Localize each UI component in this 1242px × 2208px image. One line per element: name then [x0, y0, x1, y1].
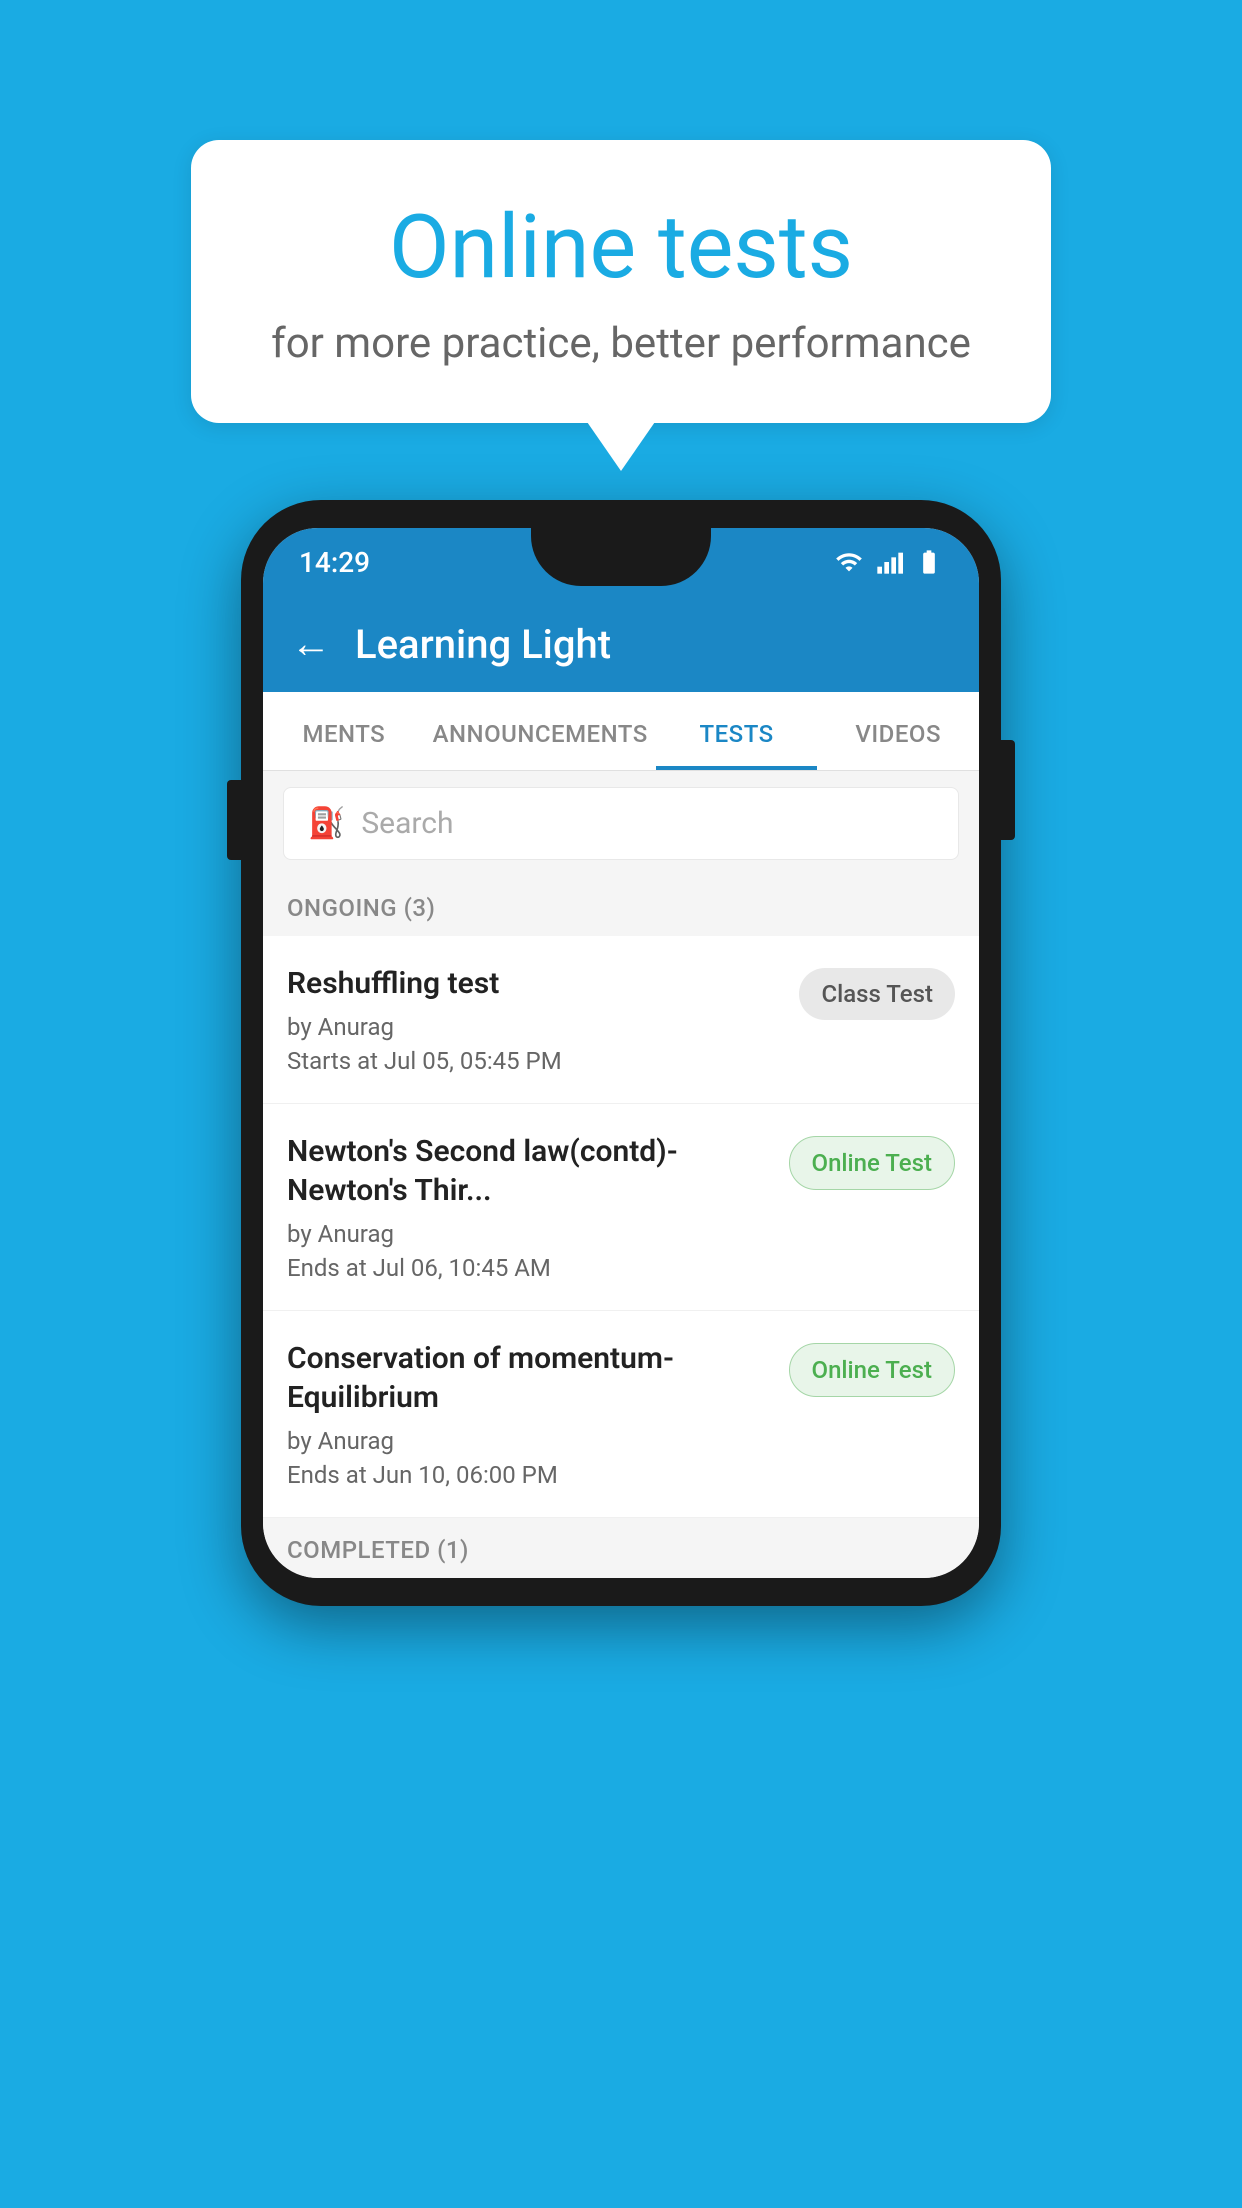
test-badge-2: Online Test — [789, 1136, 955, 1190]
test-info-1: Reshuffling test by Anurag Starts at Jul… — [287, 964, 799, 1075]
search-icon: ⛽ — [308, 806, 345, 841]
test-date-1: Starts at Jul 05, 05:45 PM — [287, 1047, 779, 1075]
test-item-2[interactable]: Newton's Second law(contd)-Newton's Thir… — [263, 1104, 979, 1311]
test-date-3: Ends at Jun 10, 06:00 PM — [287, 1461, 769, 1489]
signal-icon — [875, 548, 903, 576]
test-badge-3: Online Test — [789, 1343, 955, 1397]
app-header: ← Learning Light — [263, 596, 979, 692]
test-author-3: by Anurag — [287, 1427, 769, 1455]
test-info-3: Conservation of momentum-Equilibrium by … — [287, 1339, 789, 1489]
tab-announcements[interactable]: ANNOUNCEMENTS — [425, 692, 656, 770]
search-bar-wrapper: ⛽ Search — [263, 771, 979, 876]
test-author-1: by Anurag — [287, 1013, 779, 1041]
completed-section-header: COMPLETED (1) — [263, 1518, 979, 1578]
phone-screen: 14:29 ← Learning Light MENTS — [263, 528, 979, 1578]
bubble-subtitle: for more practice, better performance — [261, 319, 981, 368]
test-item-3[interactable]: Conservation of momentum-Equilibrium by … — [263, 1311, 979, 1518]
test-info-2: Newton's Second law(contd)-Newton's Thir… — [287, 1132, 789, 1282]
tab-ments[interactable]: MENTS — [263, 692, 425, 770]
bubble-title: Online tests — [261, 200, 981, 297]
test-date-2: Ends at Jul 06, 10:45 AM — [287, 1254, 769, 1282]
status-icons — [835, 548, 943, 576]
wifi-icon — [835, 548, 863, 576]
back-button[interactable]: ← — [291, 624, 331, 664]
app-title: Learning Light — [355, 621, 611, 668]
test-list: Reshuffling test by Anurag Starts at Jul… — [263, 936, 979, 1518]
tabs-bar: MENTS ANNOUNCEMENTS TESTS VIDEOS — [263, 692, 979, 771]
test-name-2: Newton's Second law(contd)-Newton's Thir… — [287, 1132, 769, 1210]
test-item-1[interactable]: Reshuffling test by Anurag Starts at Jul… — [263, 936, 979, 1104]
notch — [531, 528, 711, 586]
test-badge-1: Class Test — [799, 968, 955, 1020]
search-placeholder: Search — [361, 806, 453, 841]
tab-videos[interactable]: VIDEOS — [817, 692, 979, 770]
speech-bubble-wrapper: Online tests for more practice, better p… — [191, 140, 1051, 423]
tab-tests[interactable]: TESTS — [656, 692, 818, 770]
test-author-2: by Anurag — [287, 1220, 769, 1248]
status-bar: 14:29 — [263, 528, 979, 596]
speech-bubble: Online tests for more practice, better p… — [191, 140, 1051, 423]
test-name-3: Conservation of momentum-Equilibrium — [287, 1339, 769, 1417]
phone-mockup: 14:29 ← Learning Light MENTS — [241, 500, 1001, 1606]
phone-outer: 14:29 ← Learning Light MENTS — [241, 500, 1001, 1606]
status-time: 14:29 — [299, 546, 370, 579]
ongoing-section-header: ONGOING (3) — [263, 876, 979, 936]
battery-icon — [915, 548, 943, 576]
test-name-1: Reshuffling test — [287, 964, 779, 1003]
search-bar[interactable]: ⛽ Search — [283, 787, 959, 860]
